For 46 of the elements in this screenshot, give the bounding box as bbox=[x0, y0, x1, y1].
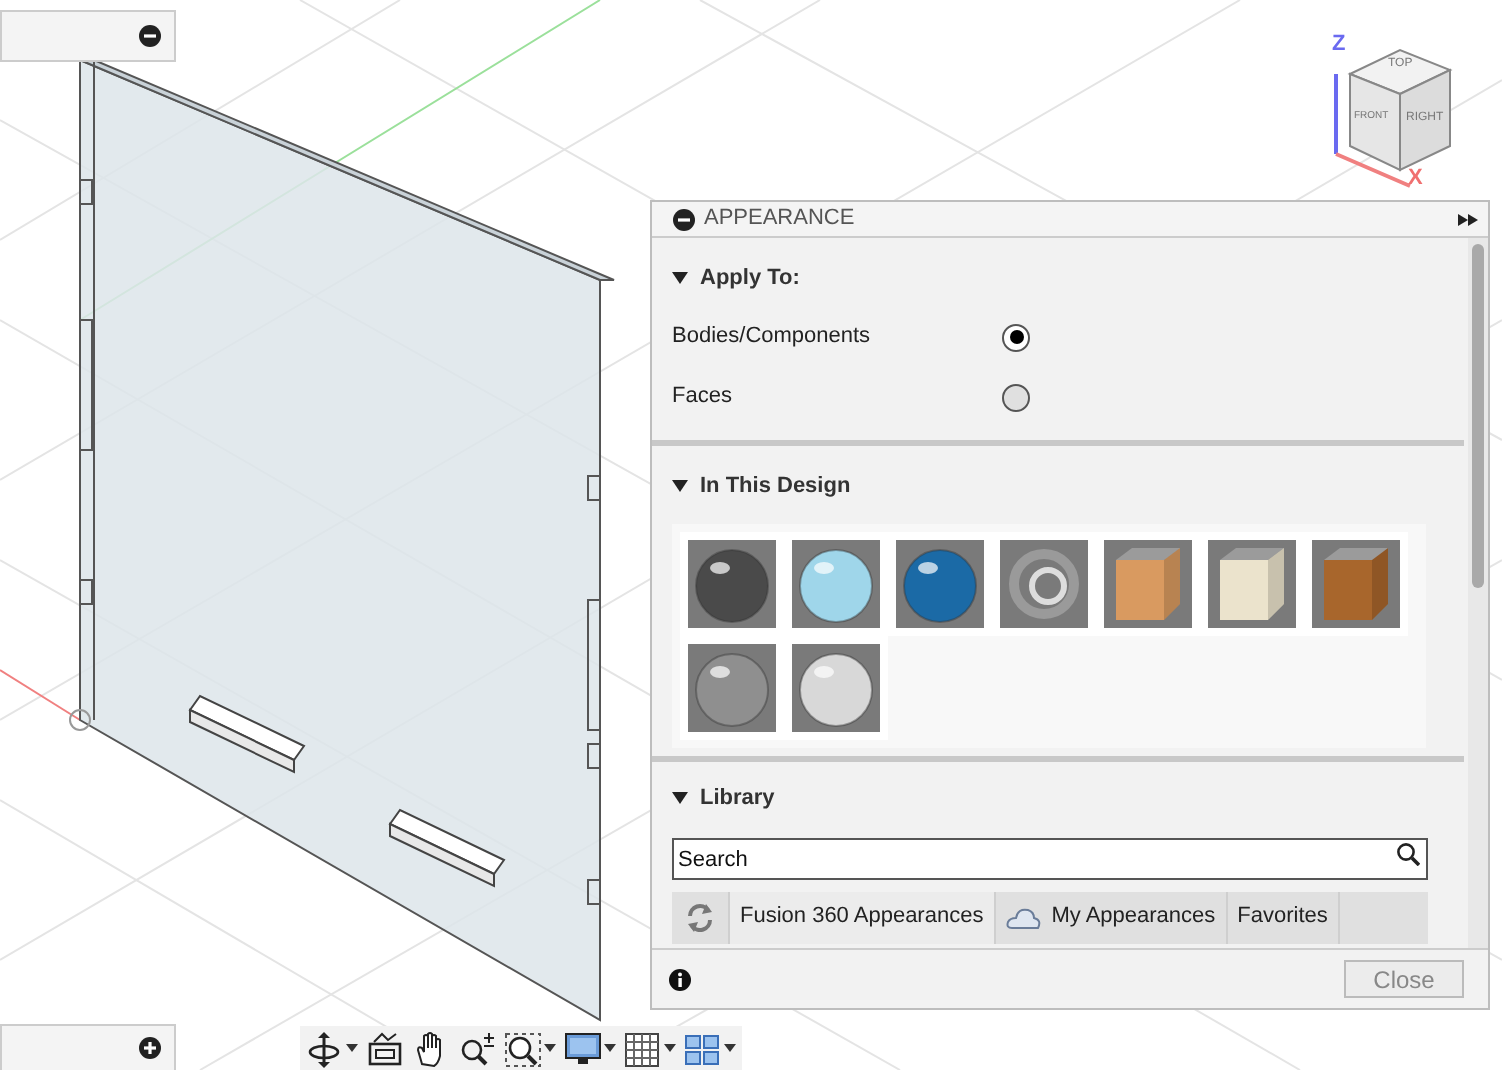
grid-icon[interactable] bbox=[624, 1029, 662, 1067]
option-label: Faces bbox=[672, 382, 734, 413]
caret-icon[interactable] bbox=[664, 1044, 676, 1052]
axis-label: Z bbox=[1332, 34, 1346, 56]
cloud-icon bbox=[1005, 905, 1042, 929]
scrollbar-thumb[interactable] bbox=[1472, 244, 1484, 588]
section-header[interactable]: Apply To: bbox=[672, 262, 1468, 295]
material-swatch[interactable] bbox=[688, 539, 776, 627]
search-field[interactable]: Search bbox=[672, 838, 1428, 880]
dialog-title: APPEARANCE bbox=[704, 204, 857, 235]
axis-line bbox=[0, 669, 81, 721]
collapse-triangle-icon bbox=[672, 478, 688, 495]
zoom-icon[interactable] bbox=[458, 1029, 496, 1067]
section-header[interactable]: In This Design bbox=[672, 470, 1468, 503]
double-arrow-icon[interactable] bbox=[1456, 211, 1480, 227]
caret-icon[interactable] bbox=[604, 1044, 616, 1052]
monitor-icon[interactable] bbox=[564, 1029, 602, 1067]
option-label: Bodies/Components bbox=[672, 322, 873, 353]
axis-label: X bbox=[1408, 168, 1423, 190]
zoom-window-icon[interactable] bbox=[504, 1029, 542, 1067]
library-tab[interactable]: Fusion 360 Appearances bbox=[728, 891, 996, 943]
material-swatch[interactable] bbox=[792, 643, 880, 731]
collapse-icon[interactable] bbox=[672, 207, 696, 231]
section-header[interactable]: Library bbox=[672, 782, 1468, 815]
expand-icon[interactable] bbox=[138, 1036, 162, 1060]
caret-icon[interactable] bbox=[346, 1044, 358, 1052]
material-swatch[interactable] bbox=[792, 539, 880, 627]
radio-button[interactable] bbox=[1002, 383, 1030, 411]
caret-icon[interactable] bbox=[544, 1044, 556, 1052]
material-swatch[interactable] bbox=[896, 539, 984, 627]
collapse-triangle-icon bbox=[672, 790, 688, 807]
refresh-icon[interactable] bbox=[684, 901, 716, 933]
viewports-icon[interactable] bbox=[684, 1029, 722, 1067]
screen-icon[interactable] bbox=[366, 1029, 404, 1067]
collapse-icon[interactable] bbox=[138, 24, 162, 48]
material-swatch[interactable] bbox=[688, 643, 776, 731]
material-swatch[interactable] bbox=[1104, 539, 1192, 627]
collapse-triangle-icon bbox=[672, 270, 688, 287]
material-swatch[interactable] bbox=[1000, 539, 1088, 627]
orbit-icon[interactable] bbox=[306, 1029, 344, 1067]
caret-icon[interactable] bbox=[724, 1044, 736, 1052]
radio-button[interactable] bbox=[1002, 323, 1030, 351]
info-icon[interactable] bbox=[668, 967, 692, 991]
material-swatch[interactable] bbox=[1312, 539, 1400, 627]
material-swatch[interactable] bbox=[1208, 539, 1296, 627]
search-icon[interactable] bbox=[1396, 841, 1420, 865]
